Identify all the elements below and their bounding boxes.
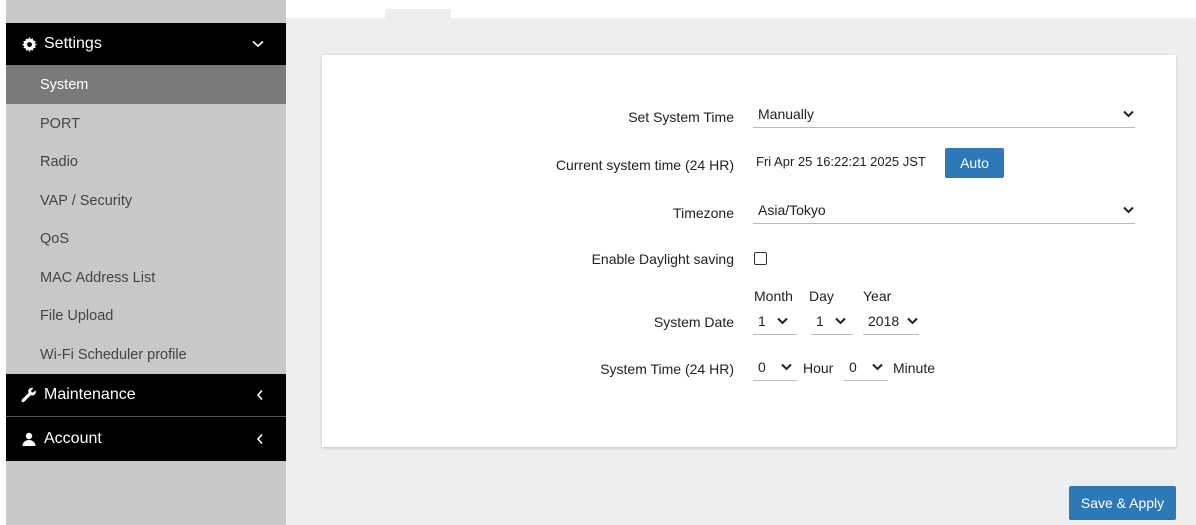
set-system-time-label: Set System Time [628,109,734,125]
chevron-left-icon [256,374,264,416]
sidebar-item-mac-address-list[interactable]: MAC Address List [6,258,286,297]
sidebar-item-system[interactable]: System [6,65,286,104]
chevron-down-icon [779,363,793,371]
day-value: 1 [816,312,824,329]
sidebar-item-vap-security[interactable]: VAP / Security [6,181,286,220]
timezone-select[interactable]: Asia/Tokyo [753,196,1135,224]
chevron-down-icon [775,317,789,325]
maintenance-label: Maintenance [44,386,136,403]
timezone-value: Asia/Tokyo [758,201,826,218]
save-apply-button[interactable]: Save & Apply [1069,486,1176,520]
chevron-down-icon [833,317,847,325]
minute-select[interactable]: 0 [844,353,888,381]
hour-select[interactable]: 0 [753,353,797,381]
year-select[interactable]: 2018 [863,307,919,335]
timezone-label: Timezone [673,205,734,221]
chevron-down-icon [1121,110,1135,118]
chevron-down-icon [1121,206,1135,214]
sidebar-section-settings[interactable]: Settings [6,23,286,65]
chevron-left-icon [256,417,264,461]
sidebar: Settings System PORT Radio VAP / Securit… [6,0,286,525]
sidebar-item-wifi-scheduler[interactable]: Wi-Fi Scheduler profile [6,335,286,374]
wrench-icon [20,387,38,403]
chevron-down-icon [905,317,919,325]
sidebar-section-account[interactable]: Account [6,417,286,461]
month-label: Month [754,288,793,304]
sidebar-item-label: Wi-Fi Scheduler profile [40,346,187,363]
day-select[interactable]: 1 [811,307,853,335]
chevron-down-icon [252,23,264,65]
daylight-saving-checkbox[interactable] [754,252,767,265]
month-value: 1 [758,312,766,329]
chevron-down-icon [870,363,884,371]
sidebar-item-qos[interactable]: QoS [6,219,286,258]
sidebar-item-label: Radio [40,153,78,170]
system-time-label: System Time (24 HR) [600,361,734,377]
month-select[interactable]: 1 [753,307,797,335]
daylight-saving-label: Enable Daylight saving [591,251,734,267]
minute-value: 0 [849,358,857,375]
settings-label: Settings [44,35,102,52]
sidebar-item-label: VAP / Security [40,192,133,209]
gear-icon [20,36,38,52]
current-time-label: Current system time (24 HR) [555,157,734,173]
sidebar-item-file-upload[interactable]: File Upload [6,296,286,335]
sidebar-item-label: File Upload [40,307,114,324]
year-label: Year [863,288,892,304]
auto-button[interactable]: Auto [945,148,1004,178]
hour-value: 0 [758,358,766,375]
system-date-label: System Date [653,314,734,330]
set-system-time-select[interactable]: Manually [753,100,1135,128]
set-system-time-value: Manually [758,105,815,122]
hour-unit-label: Hour [803,360,834,376]
year-value: 2018 [868,312,900,329]
day-label: Day [809,288,834,304]
account-label: Account [44,430,102,447]
user-icon [20,431,38,447]
sidebar-item-radio[interactable]: Radio [6,142,286,181]
sidebar-section-maintenance[interactable]: Maintenance [6,374,286,416]
settings-card: Set System Time Manually Current system … [322,55,1176,447]
sidebar-item-label: PORT [40,115,81,132]
current-time-value: Fri Apr 25 16:22:21 2025 JST [756,154,926,169]
minute-unit-label: Minute [893,360,936,376]
sidebar-item-label: System [40,76,89,93]
sidebar-item-port[interactable]: PORT [6,104,286,143]
sidebar-item-label: MAC Address List [40,269,156,286]
tab-indicator [385,9,451,19]
sidebar-item-label: QoS [40,230,70,247]
